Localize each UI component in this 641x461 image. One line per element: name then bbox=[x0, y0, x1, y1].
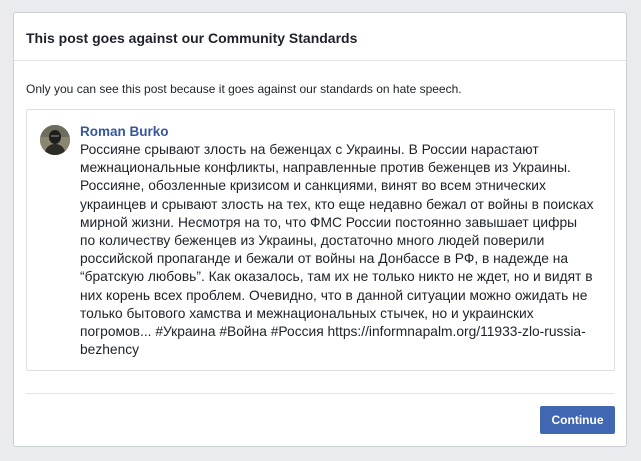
community-standards-dialog: This post goes against our Community Sta… bbox=[13, 12, 627, 447]
avatar[interactable] bbox=[40, 125, 70, 155]
dialog-header: This post goes against our Community Sta… bbox=[14, 13, 626, 61]
post-text: Россияне срывают злость на беженцах с Ук… bbox=[80, 142, 594, 358]
post-preview: Roman Burko Россияне срывают злость на б… bbox=[26, 109, 615, 371]
footer-divider bbox=[26, 393, 614, 394]
hate-speech-notice: Only you can see this post because it go… bbox=[26, 82, 462, 96]
dialog-title: This post goes against our Community Sta… bbox=[26, 30, 358, 46]
continue-button[interactable]: Continue bbox=[540, 406, 615, 434]
avatar-image bbox=[40, 125, 70, 155]
post-author-link[interactable]: Roman Burko bbox=[80, 124, 169, 139]
